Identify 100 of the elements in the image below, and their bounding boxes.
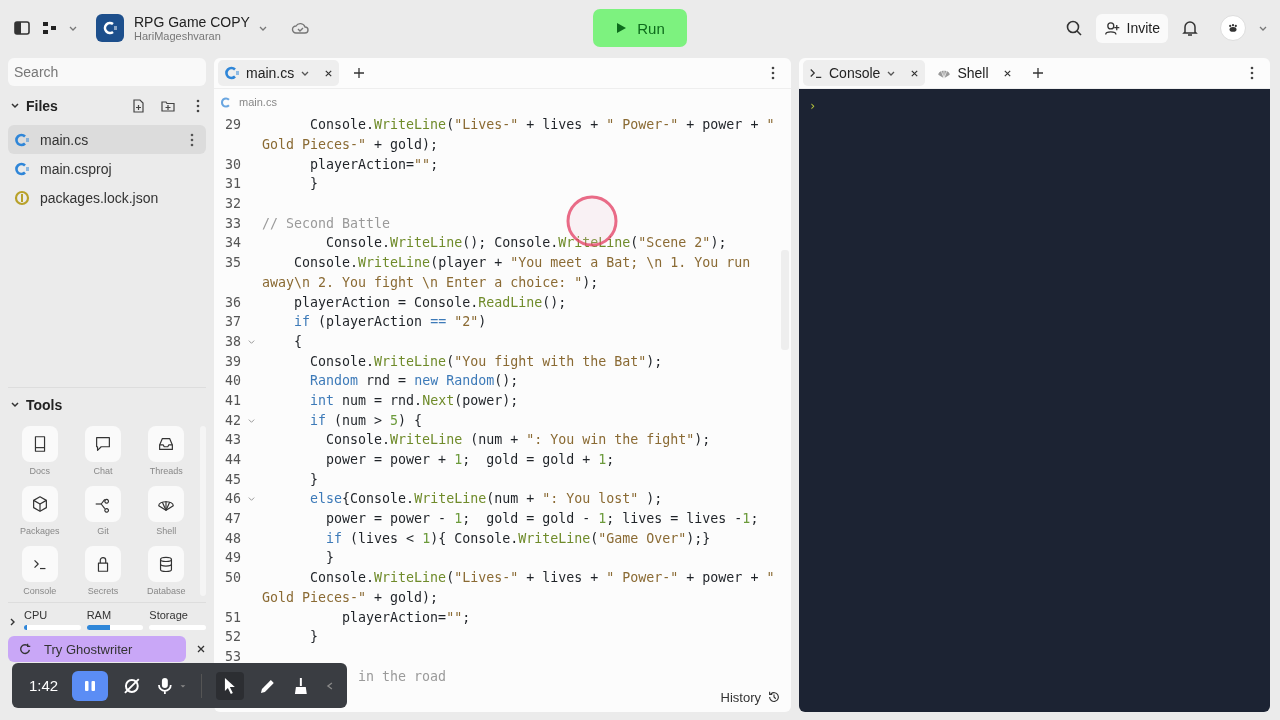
project-logo xyxy=(96,14,124,42)
line-number: 33 xyxy=(225,215,241,231)
close-icon[interactable] xyxy=(196,644,206,654)
tool-tile[interactable] xyxy=(148,426,185,462)
pause-button[interactable] xyxy=(72,670,108,701)
collapse-chevron-icon[interactable] xyxy=(10,400,20,410)
pointer-icon[interactable] xyxy=(216,671,244,700)
tool-label: Chat xyxy=(93,466,113,476)
line-number: 53 xyxy=(225,648,241,664)
code-line: Gold Pieces-" + gold); xyxy=(262,137,439,153)
line-number: 35 xyxy=(225,255,241,271)
line-number: 31 xyxy=(225,176,241,192)
tool-label: Shell xyxy=(156,526,177,536)
csharp-file-icon xyxy=(14,160,30,177)
code-line: } xyxy=(309,471,319,487)
add-tab-icon[interactable] xyxy=(1031,67,1044,79)
tool-tile[interactable] xyxy=(85,546,121,582)
new-folder-icon[interactable] xyxy=(160,98,176,114)
usage-bar xyxy=(86,625,144,630)
code-line: in the road xyxy=(357,668,447,682)
line-number: 32 xyxy=(225,196,241,212)
play-icon xyxy=(615,22,628,34)
tool-tile[interactable] xyxy=(148,546,185,582)
code-line: } xyxy=(309,176,319,192)
tool-label: Console xyxy=(23,586,57,596)
tool-tile[interactable] xyxy=(21,426,58,462)
line-number: 34 xyxy=(225,235,241,251)
code-line: Random rnd = new Random(); xyxy=(309,373,519,389)
code-line: else{Console.WriteLine(num + ": You lost" ); xyxy=(309,491,663,507)
line-number: 50 xyxy=(225,570,241,586)
file-item[interactable]: main.cs xyxy=(8,125,206,154)
line-number: 52 xyxy=(225,629,241,645)
csharp-file-icon xyxy=(14,131,30,148)
line-number: 45 xyxy=(225,471,241,487)
code-line: if (playerAction == "2") xyxy=(293,314,487,330)
line-number: 51 xyxy=(225,609,241,625)
close-icon[interactable] xyxy=(324,68,334,78)
line-number: 38 xyxy=(225,333,241,349)
code-line: Console.WriteLine (num + ": You win the fight"); xyxy=(325,432,711,448)
line-number: 44 xyxy=(225,452,241,468)
collapse-chevron-icon[interactable] xyxy=(10,101,20,111)
avatar[interactable] xyxy=(1220,15,1246,41)
code-line: { xyxy=(293,333,303,349)
code-line: } xyxy=(309,629,319,645)
invite-button[interactable]: Invite xyxy=(1095,13,1168,43)
tools-heading: Tools xyxy=(26,397,63,413)
tool-tile[interactable] xyxy=(21,546,58,582)
code-line: away\n 2. You fight \n Enter a choice: "); xyxy=(262,274,599,290)
line-number: 41 xyxy=(225,392,241,408)
bell-icon[interactable] xyxy=(1180,18,1200,38)
line-number: 36 xyxy=(225,294,241,310)
chevron-left-icon[interactable] xyxy=(325,680,335,691)
file-tab[interactable]: main.cs xyxy=(218,60,340,86)
tool-tile[interactable] xyxy=(85,486,121,522)
tool-tile[interactable] xyxy=(148,486,185,522)
code-line: Gold Pieces-" + gold); xyxy=(262,589,439,605)
breadcrumb[interactable]: main.cs xyxy=(239,96,277,108)
line-number: 37 xyxy=(225,314,241,330)
code-line: if (lives < 1){ Console.WriteLine("Game Over");} xyxy=(325,530,711,546)
chat-bubble-icon xyxy=(93,434,113,454)
code-line: power = power - 1; gold = gold - 1; lives = lives -1; xyxy=(325,511,759,527)
add-tab-icon[interactable] xyxy=(353,67,366,79)
code-line: playerAction=""; xyxy=(309,156,439,172)
line-number: 47 xyxy=(225,511,241,527)
code-line: Console.WriteLine("Lives-" + lives + " Power-" + power + " xyxy=(309,117,775,133)
add-person-icon xyxy=(1103,19,1121,37)
tool-tile[interactable] xyxy=(21,486,58,522)
console-tab[interactable]: Console xyxy=(803,60,926,86)
line-number: 30 xyxy=(225,156,241,172)
project-title[interactable]: RPG Game COPY xyxy=(134,14,250,30)
new-file-icon[interactable] xyxy=(130,98,146,114)
console-tab[interactable]: Shell xyxy=(931,60,1018,86)
console-prompt: › xyxy=(809,99,817,113)
code-line: if (num > 5) { xyxy=(309,412,423,428)
code-line: playerAction=""; xyxy=(341,609,471,625)
line-number: 29 xyxy=(225,117,241,133)
code-line: power = power + 1; gold = gold + 1; xyxy=(325,452,615,468)
sidebar-toggle-icon[interactable] xyxy=(12,18,32,38)
history-button[interactable]: History xyxy=(720,689,781,705)
tool-label: Database xyxy=(147,586,186,596)
file-item[interactable]: main.csproj xyxy=(8,154,206,183)
search-field[interactable]: Search xyxy=(8,58,206,86)
history-icon xyxy=(767,690,781,704)
resource-label: Storage xyxy=(149,609,189,621)
tool-tile[interactable] xyxy=(85,426,121,462)
tool-label: Git xyxy=(97,526,109,536)
close-icon[interactable] xyxy=(1002,68,1012,78)
pause-icon xyxy=(82,678,97,693)
ghostwriter-banner[interactable]: Try Ghostwriter xyxy=(8,636,186,662)
tool-label: Secrets xyxy=(87,586,119,596)
tool-label: Threads xyxy=(149,466,183,476)
file-item[interactable]: packages.lock.json xyxy=(8,183,206,212)
code-line: int num = rnd.Next(power); xyxy=(309,392,519,408)
run-button[interactable]: Run xyxy=(593,9,687,47)
code-line: Console.WriteLine("Lives-" + lives + " Power-" + power + " xyxy=(309,570,775,586)
code-line: // Second Battle xyxy=(262,215,391,231)
close-icon[interactable] xyxy=(910,68,920,78)
line-number: 42 xyxy=(225,412,241,428)
line-number: 40 xyxy=(225,373,241,389)
terminal-icon xyxy=(809,66,823,80)
